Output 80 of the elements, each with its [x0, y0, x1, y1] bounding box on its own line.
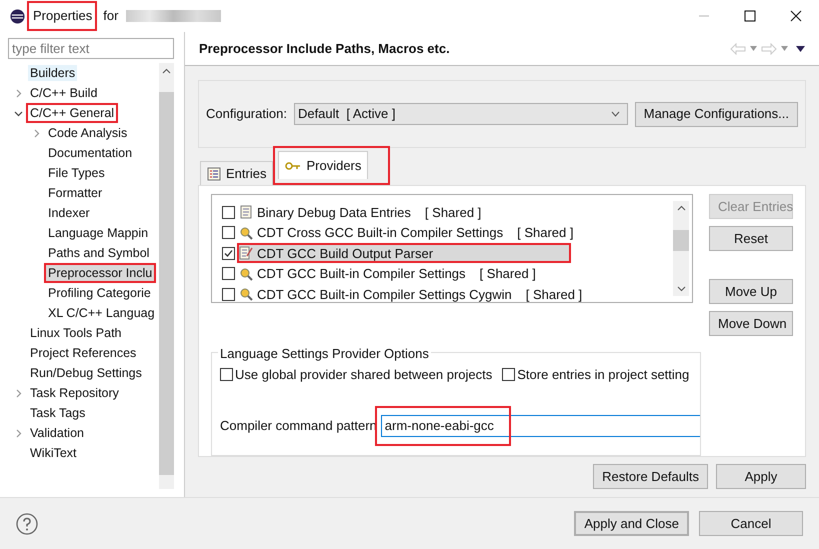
- tab[interactable]: Entries: [200, 161, 274, 185]
- configuration-label: Configuration:: [206, 105, 287, 124]
- tree-item[interactable]: Indexer: [46, 205, 92, 221]
- checkbox[interactable]: [502, 368, 516, 382]
- side-button[interactable]: Move Up: [709, 279, 793, 304]
- dialog-button[interactable]: Apply and Close: [574, 511, 689, 536]
- provider-name: CDT GCC Built-in Compiler Settings Cygwin: [257, 286, 512, 302]
- key-icon: [285, 160, 302, 170]
- tree-item[interactable]: Task Tags: [28, 405, 88, 421]
- window-title: Properties: [33, 7, 92, 26]
- checkbox-label: Store entries in project setting: [517, 366, 690, 384]
- shared-tag: [ Shared ]: [480, 264, 536, 284]
- configuration-dropdown[interactable]: Default [ Active ]: [294, 103, 628, 125]
- document-icon: [239, 205, 253, 220]
- tree-item[interactable]: Validation: [28, 425, 86, 441]
- page-button[interactable]: Restore Defaults: [593, 464, 708, 489]
- shared-tag: [ Shared ]: [526, 284, 582, 302]
- tree-item[interactable]: Project References: [28, 345, 138, 361]
- shared-tag: [ Shared ]: [424, 202, 482, 222]
- scroll-down-icon[interactable]: [676, 284, 686, 293]
- chevron-right-icon[interactable]: [14, 428, 23, 438]
- scroll-up-icon[interactable]: [162, 67, 171, 76]
- provider-name: Binary Debug Data Entries: [257, 204, 411, 222]
- side-button[interactable]: Reset: [709, 226, 793, 251]
- manage-configurations-button[interactable]: Manage Configurations...: [634, 102, 798, 126]
- tree-item[interactable]: Documentation: [46, 145, 134, 161]
- tree-item[interactable]: Run/Debug Settings: [28, 365, 144, 381]
- provider-item[interactable]: Binary Debug Data Entries [ Shared ]: [239, 204, 488, 220]
- scrollbar-thumb[interactable]: [673, 230, 689, 251]
- checkbox[interactable]: [222, 267, 235, 280]
- page-button[interactable]: Apply: [716, 464, 806, 489]
- pattern-field[interactable]: arm-none-eabi-gcc: [380, 414, 700, 436]
- tree-item[interactable]: Builders: [28, 65, 78, 81]
- provider-item[interactable]: CDT GCC Built-in Compiler Settings [ Shared ]: [239, 266, 542, 282]
- checkbox-label: Use global provider shared between projects: [235, 366, 492, 384]
- chevron-right-icon[interactable]: [14, 88, 23, 98]
- provider-name: CDT GCC Build Output Parser: [257, 244, 434, 263]
- tab[interactable]: Providers: [278, 151, 368, 179]
- tree-item[interactable]: Task Repository: [28, 385, 121, 401]
- help-icon[interactable]: [16, 512, 38, 534]
- checkbox[interactable]: [222, 246, 235, 260]
- dropdown-icon[interactable]: [750, 46, 757, 51]
- filter-field[interactable]: type filter text: [8, 38, 174, 59]
- tree-item[interactable]: C/C++ General: [28, 105, 116, 121]
- provider-name: CDT GCC Built-in Compiler Settings: [257, 265, 466, 283]
- provider-item[interactable]: CDT GCC Build Output Parser: [239, 245, 569, 262]
- scroll-up-icon[interactable]: [676, 204, 686, 213]
- checkbox[interactable]: [222, 206, 235, 219]
- tree-item[interactable]: Language Mappin: [46, 225, 150, 241]
- tree-item[interactable]: Paths and Symbol: [46, 245, 152, 261]
- tree-item[interactable]: XL C/C++ Languag: [46, 305, 157, 321]
- chevron-right-icon[interactable]: [32, 128, 41, 138]
- document-pencil-icon: [239, 246, 253, 260]
- chevron-right-icon[interactable]: [14, 388, 23, 398]
- checkbox[interactable]: [220, 368, 233, 382]
- chevron-down-icon: [610, 111, 620, 117]
- provider-item[interactable]: CDT GCC Built-in Compiler Settings Cygwin [ Shared ]: [239, 286, 588, 302]
- tree-item[interactable]: Formatter: [46, 185, 104, 201]
- tree-item[interactable]: WikiText: [28, 445, 79, 461]
- scrollbar[interactable]: [673, 201, 689, 296]
- checkbox[interactable]: [222, 288, 235, 301]
- provider-item[interactable]: CDT Cross GCC Built-in Compiler Settings [ Shared ]: [239, 224, 580, 241]
- shared-tag: [ Shared ]: [517, 223, 574, 242]
- checkbox[interactable]: [222, 226, 235, 240]
- tree-item[interactable]: Linux Tools Path: [28, 325, 124, 341]
- side-button[interactable]: Move Down: [709, 311, 793, 336]
- view-menu-icon[interactable]: [796, 46, 805, 52]
- chevron-down-icon[interactable]: [14, 108, 23, 118]
- eclipse-logo-icon: [10, 8, 25, 24]
- page-title: Preprocessor Include Paths, Macros etc.: [199, 40, 450, 58]
- tree-item[interactable]: File Types: [46, 165, 107, 181]
- dialog-button[interactable]: Cancel: [699, 511, 803, 536]
- tree-item[interactable]: Profiling Categorie: [46, 285, 153, 301]
- window-title-suffix: for: [103, 7, 118, 26]
- tree-item[interactable]: Code Analysis: [46, 125, 130, 141]
- provider-name: CDT Cross GCC Built-in Compiler Settings: [257, 224, 504, 242]
- tree-item[interactable]: Preprocessor Inclu: [46, 265, 154, 281]
- tree-item[interactable]: C/C++ Build: [28, 85, 100, 101]
- dropdown-icon[interactable]: [781, 46, 788, 51]
- list-icon: [207, 166, 221, 180]
